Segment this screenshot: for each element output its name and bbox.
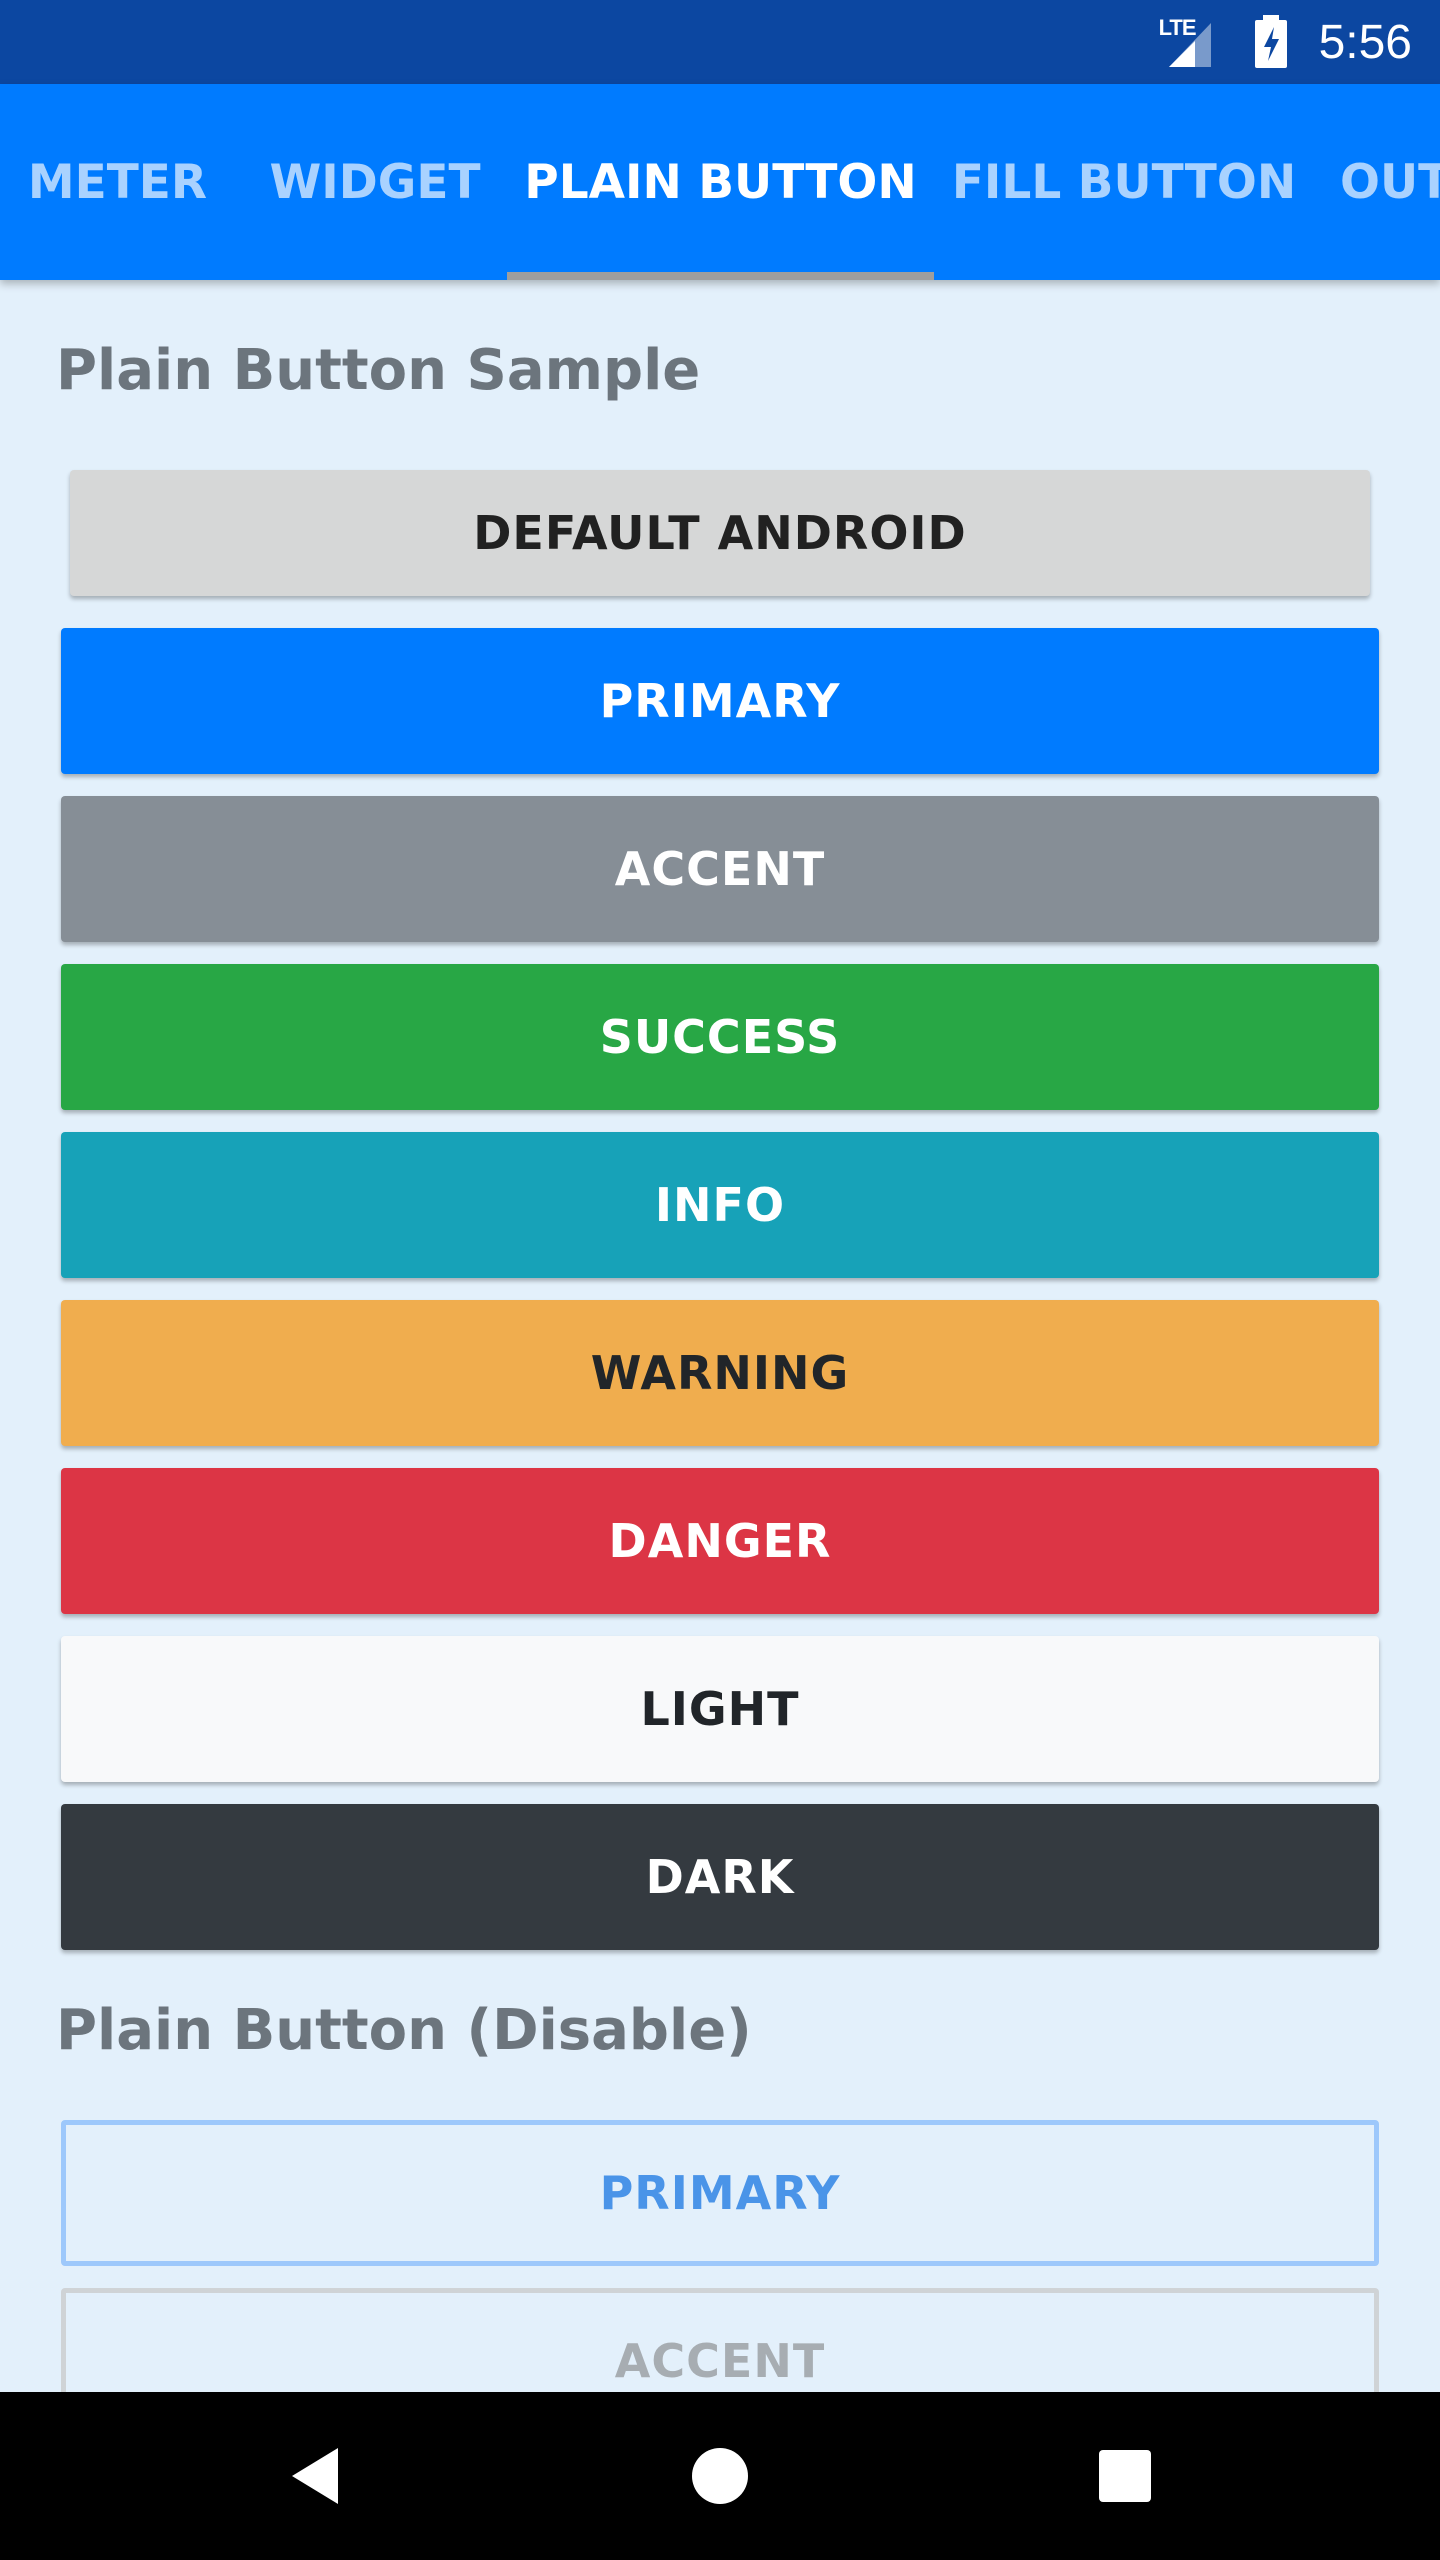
disabled-primary-button: PRIMARY <box>61 2120 1379 2266</box>
signal-icon: LTE <box>1159 15 1223 69</box>
warning-button[interactable]: WARNING <box>61 1300 1379 1446</box>
content-scroll[interactable]: Plain Button Sample DEFAULT ANDROID PRIM… <box>0 280 1440 2392</box>
home-button[interactable] <box>620 2392 820 2560</box>
accent-button[interactable]: ACCENT <box>61 796 1379 942</box>
tab-indicator <box>507 272 934 280</box>
navigation-bar <box>0 2392 1440 2560</box>
back-icon <box>292 2448 338 2504</box>
light-button[interactable]: LIGHT <box>61 1636 1379 1782</box>
tab-widget[interactable]: WIDGET <box>235 84 515 280</box>
tab-plain-button[interactable]: PLAIN BUTTON <box>507 84 934 280</box>
status-bar: LTE 5:56 <box>0 0 1440 84</box>
recents-button[interactable] <box>1025 2392 1225 2560</box>
success-button[interactable]: SUCCESS <box>61 964 1379 1110</box>
back-button[interactable] <box>216 2392 416 2560</box>
default-android-button[interactable]: DEFAULT ANDROID <box>70 470 1370 596</box>
primary-button[interactable]: PRIMARY <box>61 628 1379 774</box>
tab-bar: METER WIDGET PLAIN BUTTON FILL BUTTON OU… <box>0 84 1440 280</box>
info-button[interactable]: INFO <box>61 1132 1379 1278</box>
tab-outline-button[interactable]: OUT <box>1340 84 1440 280</box>
clock: 5:56 <box>1318 15 1412 69</box>
section-title-sample: Plain Button Sample <box>56 338 701 403</box>
disabled-accent-button: ACCENT <box>61 2288 1379 2392</box>
recents-icon <box>1099 2450 1151 2502</box>
dark-button[interactable]: DARK <box>61 1804 1379 1950</box>
tab-meter[interactable]: METER <box>0 84 235 280</box>
status-icons: LTE 5:56 <box>1159 0 1412 84</box>
danger-button[interactable]: DANGER <box>61 1468 1379 1614</box>
tab-fill-button[interactable]: FILL BUTTON <box>934 84 1314 280</box>
section-title-disable: Plain Button (Disable) <box>56 1998 752 2063</box>
home-icon <box>692 2448 748 2504</box>
battery-charging-icon <box>1254 15 1287 68</box>
